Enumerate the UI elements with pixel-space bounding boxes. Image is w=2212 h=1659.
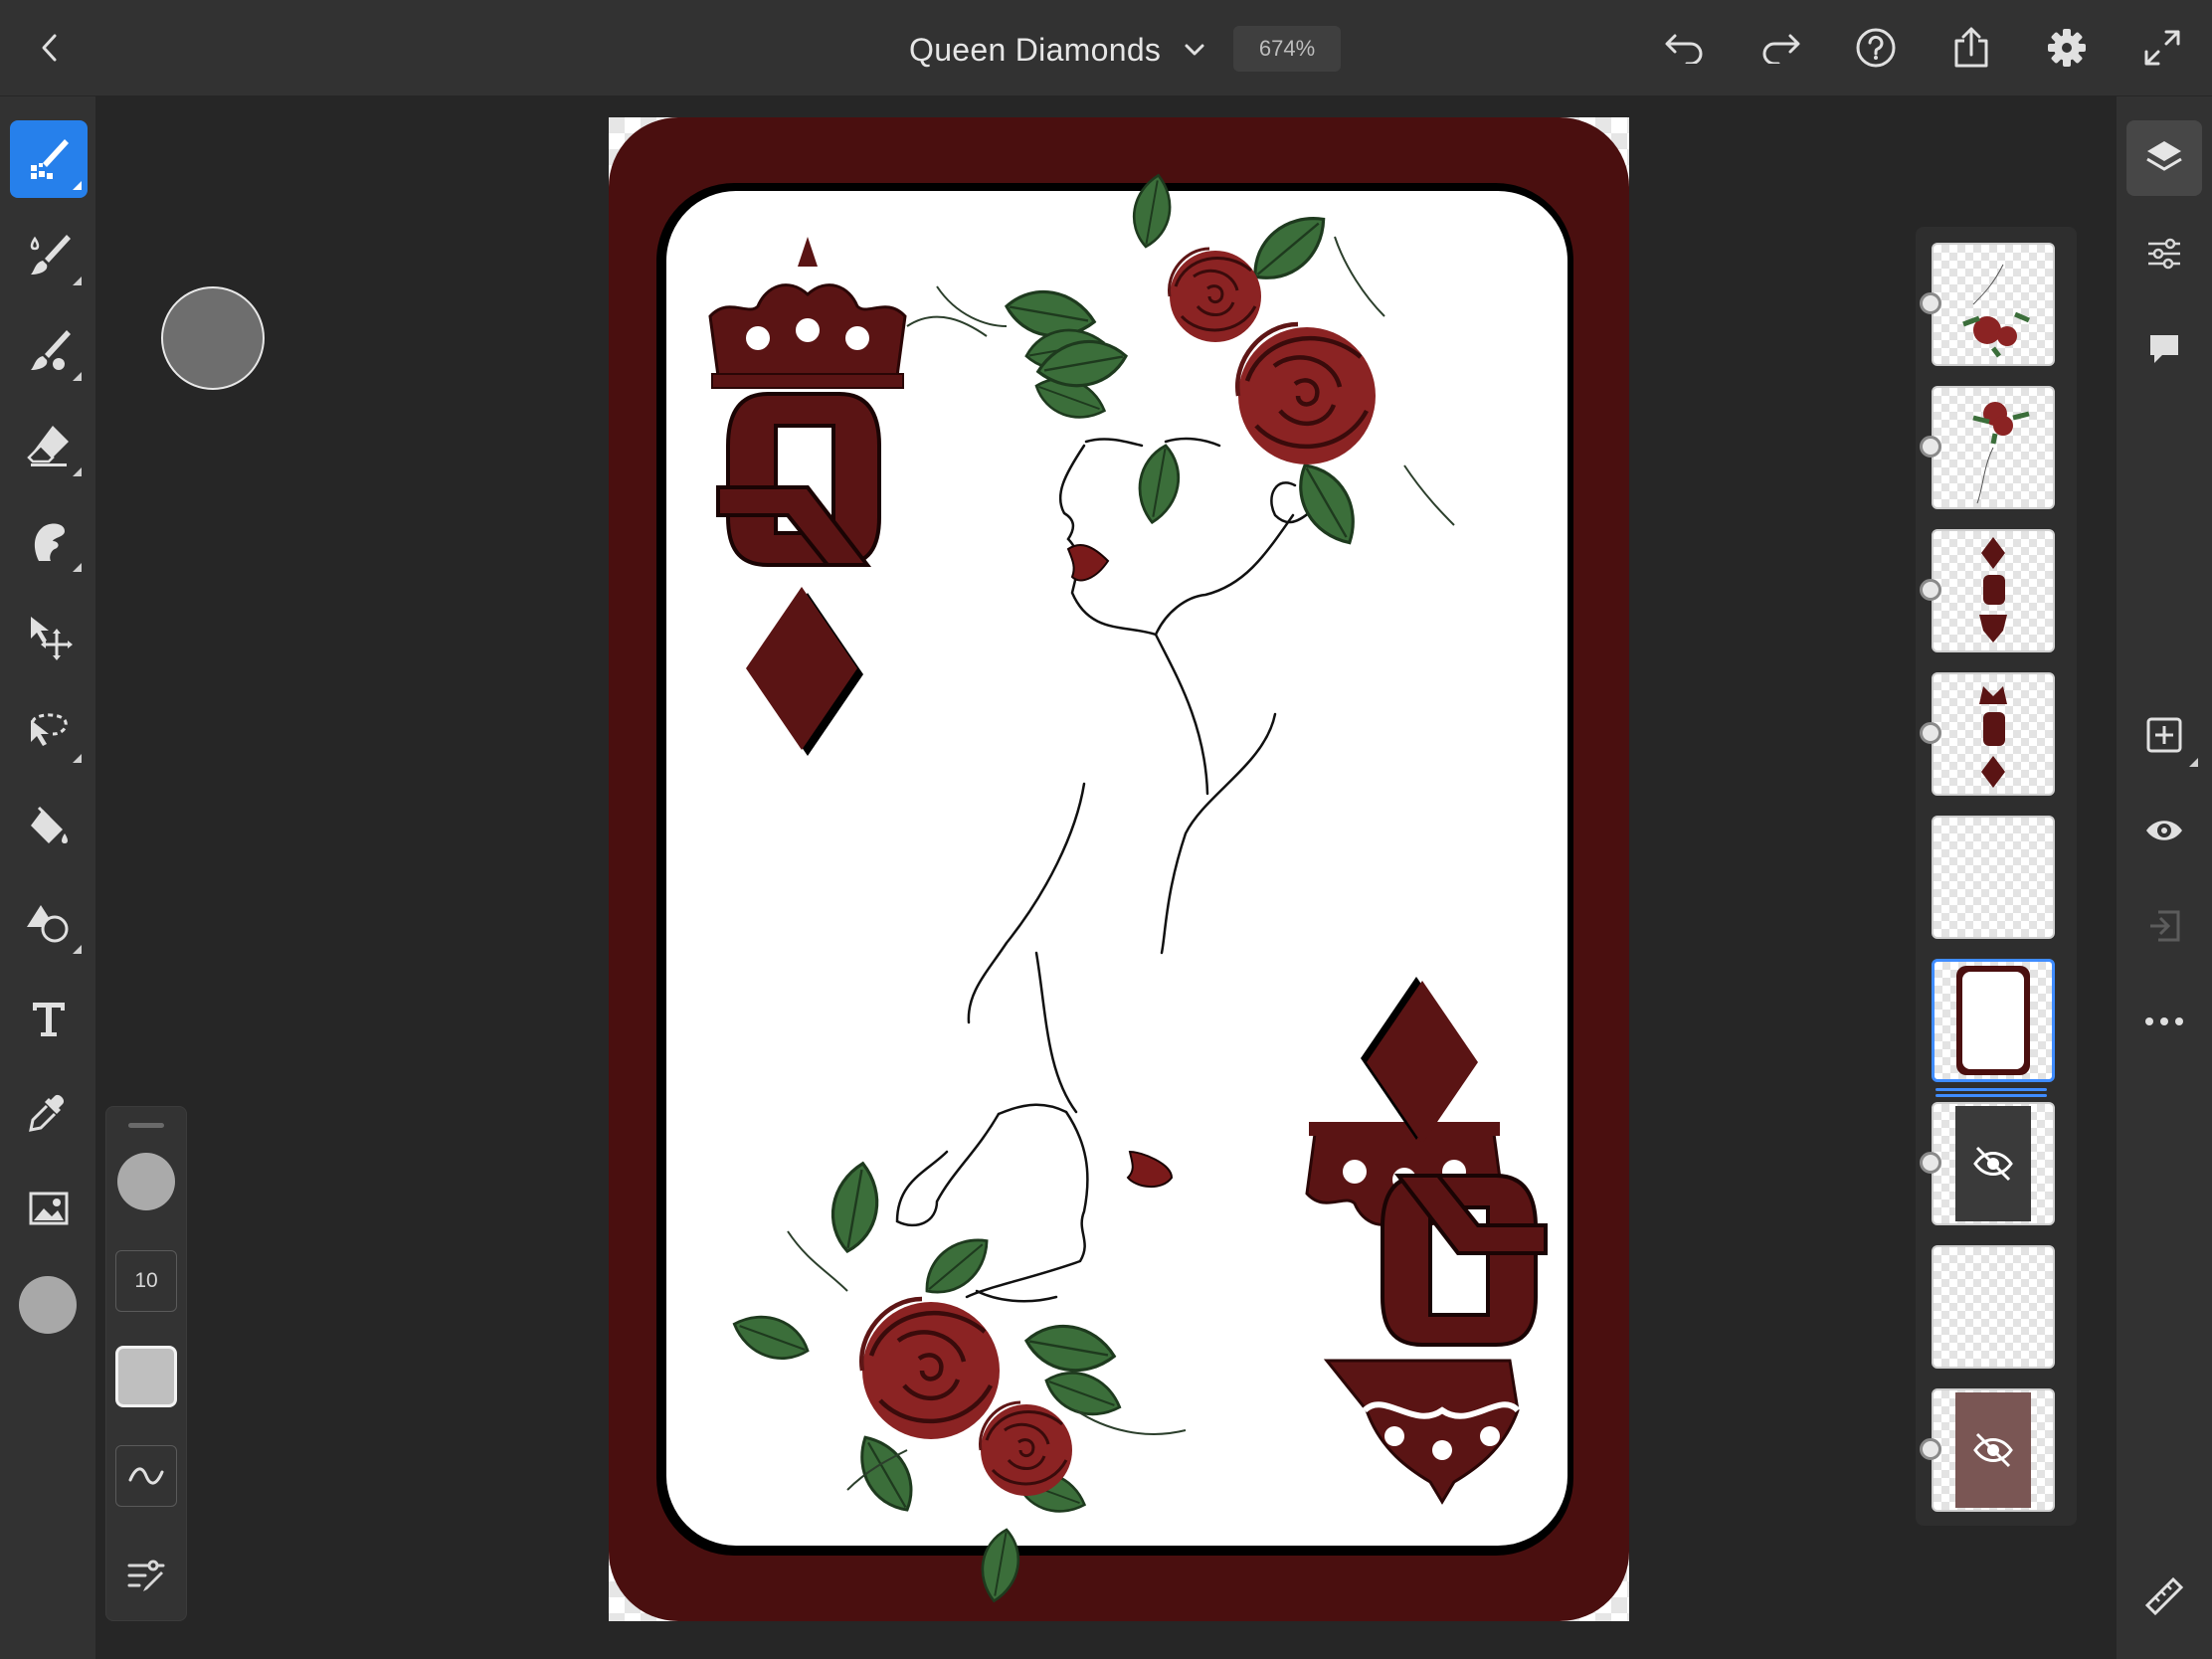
- shapes-icon: [27, 905, 69, 943]
- layer-empty-1[interactable]: [1930, 816, 2057, 943]
- layer-thumbnail[interactable]: [1932, 672, 2055, 796]
- brush-opacity-swatch[interactable]: [115, 1346, 177, 1407]
- merge-down-icon: [2150, 910, 2180, 942]
- more-icon: [2145, 1017, 2183, 1025]
- redo-icon[interactable]: [1752, 20, 1808, 76]
- selected-layer-indicator: [1936, 1088, 2047, 1097]
- paint-bucket-icon: [31, 806, 68, 843]
- current-color-swatch[interactable]: [161, 286, 265, 390]
- comments-button[interactable]: [2126, 311, 2202, 387]
- document-title-dropdown[interactable]: Queen Diamonds: [909, 24, 1206, 76]
- comment-icon: [2150, 335, 2178, 363]
- layers-icon: [2146, 141, 2182, 171]
- left-toolbar: [0, 96, 95, 1659]
- zoom-level[interactable]: 674%: [1233, 26, 1341, 72]
- lasso-icon: [31, 713, 68, 746]
- eraser-tool[interactable]: [10, 407, 88, 484]
- layer-roses-top[interactable]: [1920, 243, 2057, 370]
- layer-thumbnail[interactable]: [1932, 529, 2055, 652]
- sliders-icon: [2148, 238, 2180, 270]
- layer-visibility-dot[interactable]: [1920, 292, 1941, 314]
- layer-hidden-gray[interactable]: [1920, 1102, 2057, 1229]
- layer-thumbnail[interactable]: [1932, 1102, 2055, 1225]
- wave-icon: [128, 1467, 164, 1485]
- layer-thumbnail-selected[interactable]: [1932, 959, 2055, 1082]
- right-toolbar: [2117, 96, 2212, 1659]
- brush-size-preview[interactable]: [117, 1153, 175, 1210]
- settings-gear-icon[interactable]: [2039, 20, 2095, 76]
- ruler-button[interactable]: [2126, 1559, 2202, 1634]
- artboard-playing-card[interactable]: [609, 117, 1629, 1621]
- layer-bottom-index[interactable]: [1920, 529, 2057, 656]
- move-icon: [31, 617, 73, 660]
- add-layer-button[interactable]: [2126, 697, 2202, 773]
- chevron-down-icon[interactable]: [1183, 38, 1206, 62]
- layer-empty-2[interactable]: [1930, 1245, 2057, 1373]
- selection-tool[interactable]: [10, 693, 88, 771]
- fill-tool[interactable]: [10, 789, 88, 866]
- layer-visibility-dot[interactable]: [1920, 1152, 1941, 1174]
- brush-settings-icon: [127, 1560, 165, 1591]
- pixel-brush-icon: [31, 139, 69, 179]
- layer-thumbnail[interactable]: [1932, 386, 2055, 509]
- layer-thumbnail[interactable]: [1932, 816, 2055, 939]
- layer-properties-button[interactable]: [2126, 216, 2202, 291]
- eye-icon: [2146, 821, 2182, 840]
- eraser-icon: [27, 426, 69, 466]
- layer-thumbnail[interactable]: [1932, 243, 2055, 366]
- layers-panel: [1916, 227, 2077, 1526]
- layer-visibility-dot[interactable]: [1920, 1438, 1941, 1460]
- pixel-brush-tool[interactable]: [10, 120, 88, 198]
- document-title[interactable]: Queen Diamonds: [909, 32, 1161, 69]
- fullscreen-icon[interactable]: [2134, 20, 2190, 76]
- share-icon[interactable]: [1943, 20, 1999, 76]
- layer-visibility-dot[interactable]: [1920, 722, 1941, 744]
- smudge-icon: [34, 523, 65, 561]
- shape-tool[interactable]: [10, 884, 88, 962]
- text-icon: [33, 1003, 65, 1036]
- live-brush-icon: [30, 235, 71, 275]
- layer-visibility-dot[interactable]: [1920, 436, 1941, 458]
- more-options-button[interactable]: [2126, 984, 2202, 1059]
- help-icon[interactable]: [1848, 20, 1904, 76]
- layer-card-frame[interactable]: [1930, 959, 2057, 1097]
- brush-settings-panel: 10: [105, 1106, 187, 1621]
- brush-size-value[interactable]: 10: [115, 1250, 177, 1312]
- vector-brush-tool[interactable]: [10, 311, 88, 389]
- undo-icon[interactable]: [1657, 20, 1713, 76]
- eyedropper-tool[interactable]: [10, 1075, 88, 1153]
- text-tool[interactable]: [10, 980, 88, 1057]
- layer-thumbnail[interactable]: [1932, 1245, 2055, 1369]
- smudge-tool[interactable]: [10, 502, 88, 580]
- transform-tool[interactable]: [10, 598, 88, 675]
- layer-visibility-dot[interactable]: [1920, 579, 1941, 601]
- layer-top-index[interactable]: [1920, 672, 2057, 800]
- eyedropper-icon: [29, 1094, 65, 1132]
- live-brush-tool[interactable]: [10, 216, 88, 293]
- panel-grip-handle[interactable]: [128, 1123, 164, 1128]
- brush-smoothing-button[interactable]: [115, 1445, 177, 1507]
- visibility-button[interactable]: [2126, 793, 2202, 868]
- image-icon: [29, 1192, 69, 1225]
- add-layer-icon: [2146, 717, 2182, 753]
- ruler-icon: [2144, 1576, 2184, 1616]
- layer-roses-bottom[interactable]: [1920, 386, 2057, 513]
- layer-thumbnail[interactable]: [1932, 1388, 2055, 1512]
- layer-hidden-maroon[interactable]: [1920, 1388, 2057, 1516]
- image-tool[interactable]: [10, 1171, 88, 1248]
- top-bar: Queen Diamonds 674%: [0, 0, 2212, 96]
- layers-panel-button[interactable]: [2126, 120, 2202, 196]
- vector-brush-icon: [31, 330, 71, 370]
- color-picker-button[interactable]: [19, 1276, 77, 1334]
- merge-down-button[interactable]: [2126, 888, 2202, 964]
- brush-settings-button[interactable]: [115, 1545, 177, 1606]
- back-chevron-icon[interactable]: [22, 20, 78, 76]
